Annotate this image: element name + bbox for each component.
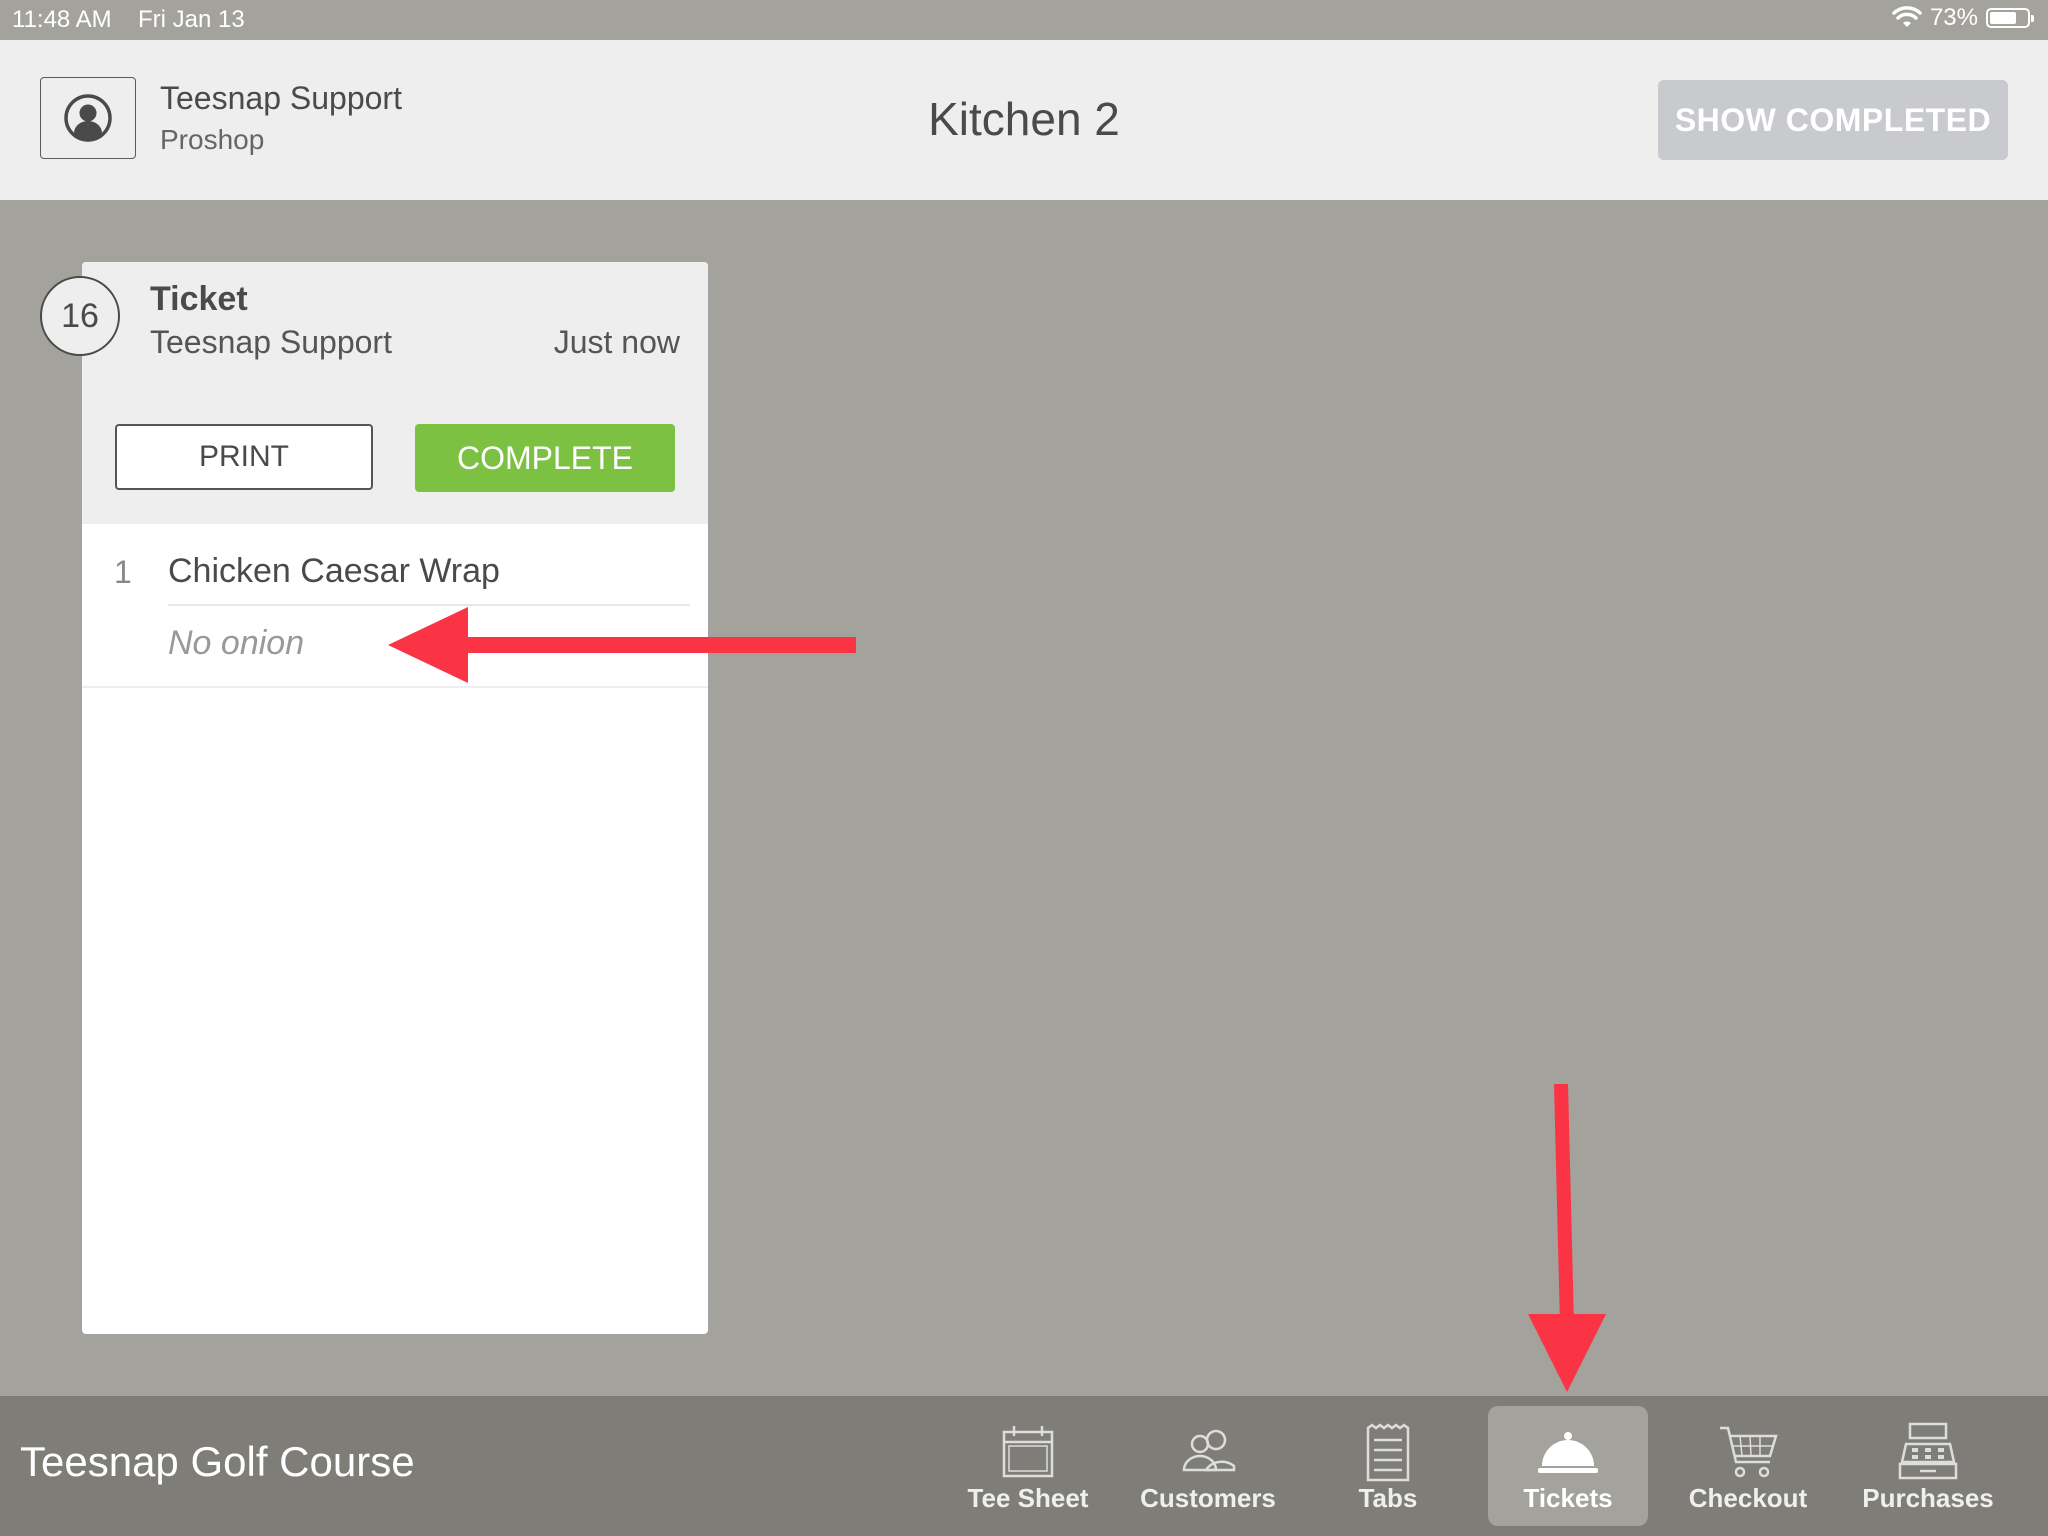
item-modifier: No onion <box>168 624 305 662</box>
show-completed-button[interactable]: SHOW COMPLETED <box>1658 80 2008 160</box>
nav-label: Tabs <box>1358 1483 1418 1513</box>
nav-tickets[interactable]: Tickets <box>1488 1406 1648 1526</box>
nav-purchases[interactable]: Purchases <box>1848 1406 2008 1526</box>
battery-icon <box>1986 8 2034 28</box>
nav-label: Tickets <box>1523 1483 1613 1513</box>
nav-label: Purchases <box>1862 1483 1994 1513</box>
status-right: 73% <box>1892 4 2034 32</box>
course-name: Teesnap Golf Course <box>20 1438 415 1485</box>
down-arrow-icon <box>1528 1083 1606 1392</box>
item-quantity: 1 <box>114 554 132 590</box>
cloche-icon <box>1538 1432 1598 1473</box>
nav-label: Customers <box>1140 1483 1276 1513</box>
status-time: 11:48 AM <box>12 6 112 33</box>
ticket-number-badge: 16 <box>40 276 120 356</box>
users-icon <box>1182 1429 1236 1472</box>
item-name: Chicken Caesar Wrap <box>168 552 500 590</box>
nav-tabs[interactable]: Tabs <box>1308 1406 1468 1526</box>
calendar-icon <box>1002 1426 1054 1478</box>
tab-document-icon <box>1366 1423 1410 1482</box>
bottom-nav-bar: Teesnap Golf Course Tee Sheet Customers … <box>0 1396 2048 1536</box>
nav-checkout[interactable]: Checkout <box>1668 1406 1828 1526</box>
status-date: Fri Jan 13 <box>138 6 245 33</box>
wifi-icon <box>1892 6 1922 27</box>
ticket-item[interactable]: 1 Chicken Caesar Wrap No onion <box>82 524 708 688</box>
header: Teesnap Support Proshop Kitchen 2 SHOW C… <box>0 40 2048 200</box>
ticket-card: Ticket Teesnap Support Just now PRINT CO… <box>82 262 708 1334</box>
print-button[interactable]: PRINT <box>115 424 373 490</box>
nav-label: Tee Sheet <box>967 1483 1089 1513</box>
nav-customers[interactable]: Customers <box>1128 1406 1288 1526</box>
battery-percent: 73% <box>1929 4 1978 31</box>
status-bar: 11:48 AM Fri Jan 13 73% <box>0 0 2048 40</box>
nav-label: Checkout <box>1688 1483 1808 1513</box>
ticket-customer: Teesnap Support <box>150 324 392 360</box>
complete-button[interactable]: COMPLETE <box>415 424 675 492</box>
item-divider <box>168 604 690 606</box>
cart-icon <box>1720 1426 1778 1478</box>
ticket-header: Ticket Teesnap Support Just now PRINT CO… <box>82 262 708 524</box>
ticket-time: Just now <box>553 324 680 360</box>
nav-tee-sheet[interactable]: Tee Sheet <box>948 1406 1108 1526</box>
register-icon <box>1898 1422 1958 1480</box>
ticket-title: Ticket <box>150 280 248 318</box>
